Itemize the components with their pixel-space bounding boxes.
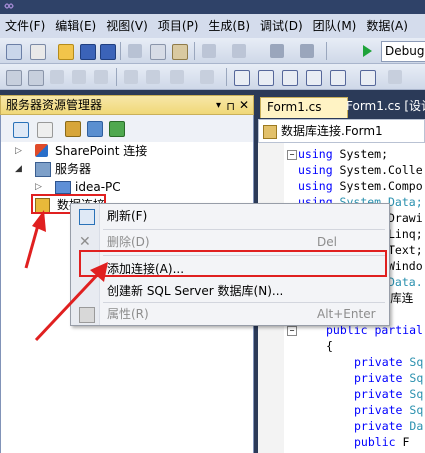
annotation-arrow-icon — [34, 262, 108, 342]
annotation-arrow-icon — [24, 210, 46, 269]
annotation-arrows — [24, 210, 108, 342]
